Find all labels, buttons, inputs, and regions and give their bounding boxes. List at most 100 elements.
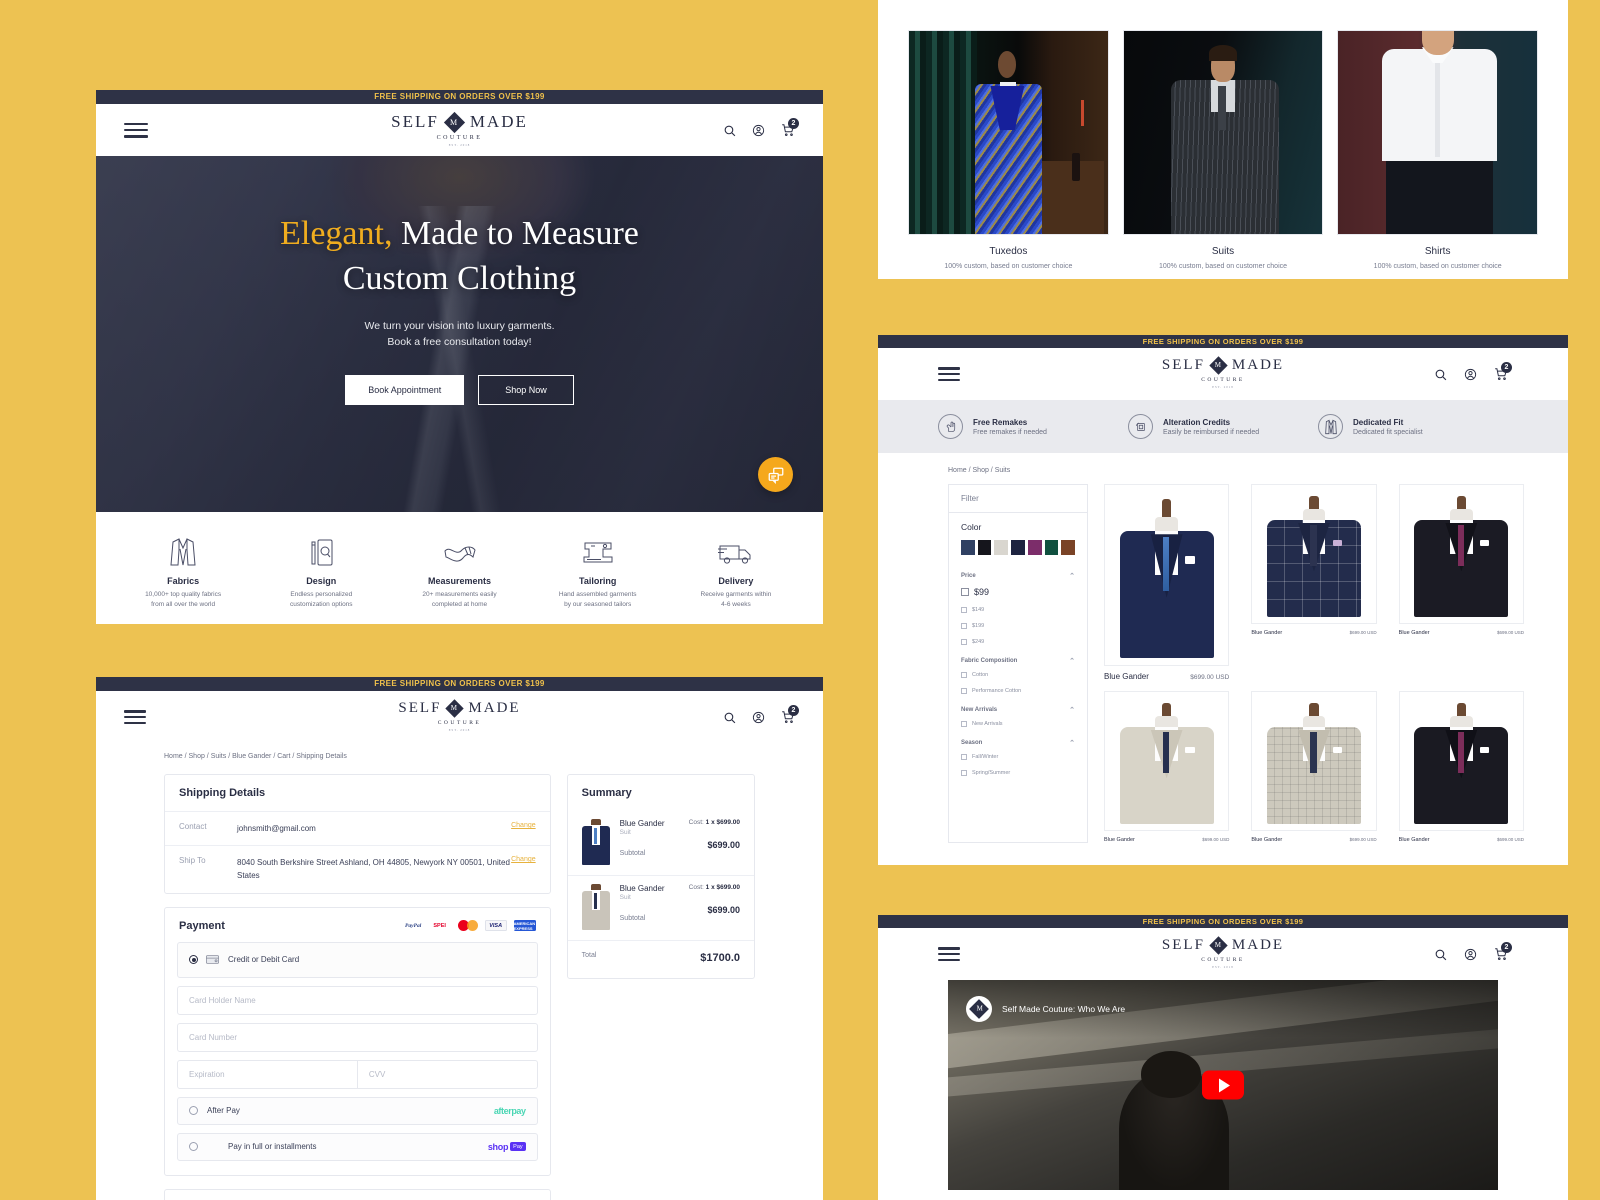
product-card[interactable]: Blue Gander $699.00 USD (1398, 691, 1524, 843)
chevron-up-icon[interactable]: ⌃ (1069, 739, 1075, 747)
menu-icon[interactable] (124, 122, 148, 138)
brand-word-left: SELF (391, 112, 439, 131)
filter-option-fall-winter[interactable]: Fall/Winter (949, 749, 1087, 765)
header-actions: 2 (1434, 362, 1512, 381)
filter-group-new-arrivals[interactable]: New Arrivals ⌃ (949, 699, 1087, 716)
cart-icon[interactable]: 2 (781, 705, 799, 724)
credit-card-radio[interactable] (189, 955, 198, 965)
checkbox[interactable] (961, 688, 967, 694)
cart-icon[interactable]: 2 (1494, 942, 1512, 961)
brand-word-right: MADE (468, 700, 521, 716)
checkbox[interactable] (961, 588, 969, 596)
color-swatch[interactable] (961, 540, 975, 555)
account-icon[interactable] (752, 124, 765, 137)
credit-card-option[interactable]: Credit or Debit Card (177, 941, 538, 978)
afterpay-radio[interactable] (189, 1106, 198, 1116)
breadcrumb[interactable]: Home / Shop / Suits / Blue Gander / Cart… (96, 743, 823, 760)
channel-avatar[interactable]: M (966, 996, 992, 1022)
color-swatch[interactable] (977, 540, 992, 555)
account-icon[interactable] (752, 711, 765, 724)
filter-option-new-arrivals[interactable]: New Arrivals (949, 716, 1087, 732)
filter-group-price[interactable]: Price ⌃ (949, 565, 1087, 582)
delivery-truck-icon (673, 534, 799, 570)
expiry-cvv-group: Expiration CVV (177, 1059, 538, 1089)
cvv-input[interactable]: CVV (356, 1060, 537, 1088)
shoppay-option[interactable]: Pay in full or installments shop Pay (177, 1132, 538, 1161)
category-card-shirts[interactable]: Shirts 100% custom, based on customer ch… (1337, 30, 1539, 270)
shoppay-radio[interactable] (189, 1142, 198, 1152)
video-player[interactable]: M Self Made Couture: Who We Are (948, 980, 1498, 1190)
color-swatch[interactable] (1011, 540, 1025, 555)
product-card[interactable]: Blue Gander $699.00 USD (1398, 484, 1524, 681)
play-button[interactable] (1202, 1070, 1244, 1100)
checkbox[interactable] (961, 639, 967, 645)
benefit-title: Alteration Credits (1163, 417, 1231, 427)
filter-group-season[interactable]: Season ⌃ (949, 732, 1087, 749)
card-number-input[interactable]: Card Number (177, 1022, 538, 1052)
search-icon[interactable] (1434, 368, 1447, 381)
product-card[interactable]: Blue Gander $699.00 USD (1104, 691, 1230, 843)
hero-subtitle: We turn your vision into luxury garments… (96, 318, 823, 351)
product-card[interactable]: Blue Gander $699.00 USD (1104, 484, 1230, 681)
change-shipto-link[interactable]: Change (511, 856, 536, 863)
filter-option-performance-cotton[interactable]: Performance Cotton (949, 683, 1087, 699)
search-icon[interactable] (723, 124, 736, 137)
item-cost: Cost: 1 x $699.00 (688, 884, 740, 891)
chevron-up-icon[interactable]: ⌃ (1069, 572, 1075, 580)
payment-title: Payment (179, 919, 225, 932)
cart-icon[interactable]: 2 (781, 118, 799, 137)
shop-now-button[interactable]: Shop Now (478, 374, 574, 405)
expiration-input[interactable]: Expiration (178, 1061, 357, 1088)
brand-logo: SELF M MADE COUTURE EST. 2018 (96, 111, 823, 147)
category-card-suits[interactable]: Suits 100% custom, based on customer cho… (1122, 30, 1324, 270)
checkbox[interactable] (961, 623, 967, 629)
blazer-icon (120, 534, 246, 570)
checkbox[interactable] (961, 672, 967, 678)
brand-word-right: MADE (1231, 357, 1285, 373)
book-appointment-button[interactable]: Book Appointment (345, 374, 465, 405)
category-card-tuxedos[interactable]: Tuxedos 100% custom, based on customer c… (908, 30, 1109, 270)
color-swatch[interactable] (1061, 540, 1076, 555)
product-price: $699.00 USD (1496, 837, 1524, 842)
chat-bubble-button[interactable] (758, 457, 793, 492)
checkbox[interactable] (961, 721, 967, 727)
menu-icon[interactable] (938, 367, 960, 381)
cart-icon[interactable]: 2 (1494, 362, 1512, 381)
filter-option-price-249[interactable]: $249 (949, 634, 1087, 650)
product-image (1104, 484, 1230, 666)
chevron-up-icon[interactable]: ⌃ (1069, 657, 1075, 665)
checkbox[interactable] (961, 754, 967, 760)
search-icon[interactable] (723, 711, 736, 724)
chevron-up-icon[interactable]: ⌃ (1069, 706, 1075, 714)
feature-title: Tailoring (579, 576, 617, 586)
filter-option-price-99[interactable]: $99 (949, 582, 1087, 602)
filter-option-cotton[interactable]: Cotton (949, 667, 1087, 683)
filter-option-spring-summer[interactable]: Spring/Summer (949, 765, 1087, 781)
account-icon[interactable] (1464, 948, 1477, 961)
card-holder-input[interactable]: Card Holder Name (177, 985, 538, 1015)
product-card[interactable]: Blue Gander $699.00 USD (1251, 484, 1377, 681)
filter-option-price-149[interactable]: $149 (949, 602, 1087, 618)
billing-address-title: Billing Address (165, 1190, 550, 1200)
menu-icon[interactable] (938, 947, 960, 961)
feature-item-tailoring: Tailoring Hand assembled garments by our … (529, 534, 667, 611)
change-contact-link[interactable]: Change (511, 822, 536, 829)
search-icon[interactable] (1434, 948, 1447, 961)
diamond-logo-icon: M (969, 999, 989, 1019)
menu-icon[interactable] (124, 710, 146, 724)
account-icon[interactable] (1464, 368, 1477, 381)
video-title[interactable]: Self Made Couture: Who We Are (1002, 1004, 1125, 1014)
announcement-bar: FREE SHIPPING ON ORDERS OVER $199 (878, 915, 1568, 928)
checkbox[interactable] (961, 770, 967, 776)
afterpay-option[interactable]: After Pay afterpay (177, 1096, 538, 1125)
filter-option-price-199[interactable]: $199 (949, 618, 1087, 634)
color-swatch[interactable] (994, 540, 1009, 555)
filter-group-fabric[interactable]: Fabric Composition ⌃ (949, 650, 1087, 667)
color-swatch[interactable] (1044, 540, 1059, 555)
color-swatch[interactable] (1027, 540, 1042, 555)
breadcrumb[interactable]: Home / Shop / Suits (878, 453, 1568, 474)
amex-logo: AMERICAN EXPRESS (513, 920, 536, 932)
product-card[interactable]: Blue Gander $699.00 USD (1251, 691, 1377, 843)
checkbox[interactable] (961, 607, 967, 613)
feature-item-delivery: Delivery Receive garments within 4-6 week… (667, 534, 805, 611)
